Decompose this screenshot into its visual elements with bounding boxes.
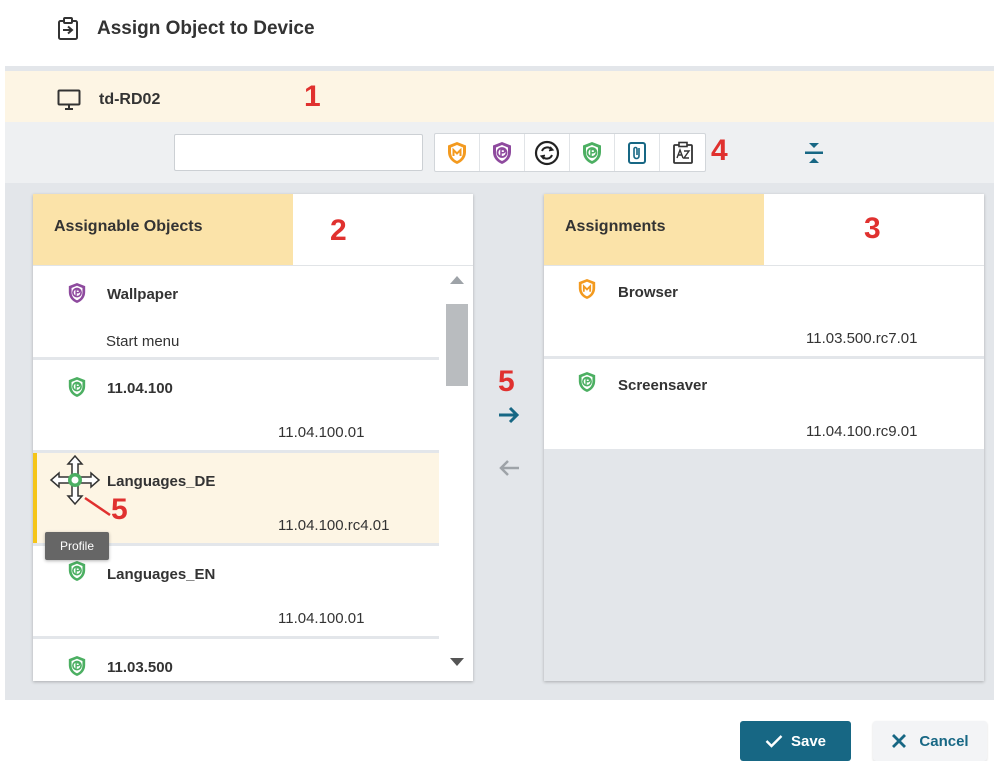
- device-name: td-RD02: [99, 91, 161, 108]
- assignments-panel: Assignments Browser 11.03.500.rc7.01 Scr…: [544, 194, 984, 681]
- annotation-5-drag: 5: [111, 493, 128, 526]
- save-button[interactable]: Save: [740, 721, 851, 761]
- item-version: 11.04.100.rc9.01: [806, 423, 918, 440]
- item-subtitle: Start menu: [106, 333, 180, 350]
- assignment-area: Assignable Objects Wallpaper Start menu: [5, 183, 994, 700]
- scroll-up-icon[interactable]: [450, 276, 464, 284]
- green-profile-shield-icon: [578, 372, 596, 392]
- assignable-objects-panel: Assignable Objects Wallpaper Start menu: [33, 194, 473, 681]
- green-profile-shield-icon: [68, 656, 86, 676]
- device-bar: td-RD02: [5, 66, 994, 122]
- purple-shield-icon: [493, 141, 511, 164]
- cancel-label: Cancel: [919, 732, 969, 750]
- annotation-3: 3: [864, 212, 881, 245]
- scroll-down-icon[interactable]: [450, 658, 464, 666]
- green-profile-shield-icon: [68, 561, 86, 581]
- unassign-arrow-icon[interactable]: [497, 458, 521, 478]
- item-name: 11.03.500: [107, 659, 173, 676]
- list-item-11-04-100[interactable]: 11.04.100 11.04.100.01: [33, 360, 439, 450]
- checkmark-icon: [765, 735, 783, 748]
- filter-attachment-button[interactable]: [615, 134, 660, 171]
- item-name: Screensaver: [618, 377, 708, 394]
- collapse-icon[interactable]: [802, 140, 826, 166]
- item-version: 11.04.100.rc4.01: [278, 517, 390, 534]
- filter-toolbar: [5, 122, 994, 183]
- annotation-2: 2: [330, 214, 347, 247]
- dialog-footer: Save Cancel: [0, 700, 994, 761]
- assign-arrow-icon[interactable]: [497, 405, 521, 425]
- sort-az-icon: [672, 141, 693, 164]
- orange-shield-icon: [448, 141, 466, 164]
- attachment-icon: [628, 141, 646, 164]
- assignment-item-screensaver[interactable]: Screensaver 11.04.100.rc9.01: [544, 359, 984, 449]
- scrollbar-thumb[interactable]: [446, 304, 468, 386]
- assignable-objects-title: Assignable Objects: [54, 218, 203, 235]
- annotation-1: 1: [304, 80, 321, 113]
- item-name: Languages_DE: [107, 473, 216, 490]
- save-label: Save: [790, 732, 827, 750]
- filter-browser-button[interactable]: [435, 134, 480, 171]
- item-name: Wallpaper: [107, 286, 179, 303]
- profile-tooltip: Profile: [45, 532, 109, 560]
- search-input[interactable]: [174, 134, 423, 171]
- sync-icon: [534, 140, 560, 165]
- filter-button-group: [434, 133, 706, 172]
- list-item-wallpaper[interactable]: Wallpaper Start menu: [33, 266, 439, 357]
- assignment-item-browser[interactable]: Browser 11.03.500.rc7.01: [544, 266, 984, 356]
- annotation-5-arrows: 5: [498, 365, 515, 398]
- item-name: 11.04.100: [107, 380, 173, 397]
- filter-sync-button[interactable]: [525, 134, 570, 171]
- monitor-icon: [57, 89, 81, 110]
- item-name: Browser: [618, 284, 679, 301]
- assign-object-icon: [58, 17, 78, 40]
- assignments-list: Browser 11.03.500.rc7.01 Screensaver 11.…: [544, 266, 984, 452]
- item-version: 11.03.500.rc7.01: [806, 330, 918, 347]
- green-profile-shield-icon: [583, 141, 601, 164]
- purple-shield-icon: [68, 283, 86, 303]
- item-name: Languages_EN: [107, 566, 216, 583]
- green-profile-shield-icon: [68, 377, 86, 397]
- assignable-objects-header: Assignable Objects: [33, 194, 473, 266]
- dialog-title: Assign Object to Device: [57, 14, 315, 44]
- list-item-11-03-500[interactable]: 11.03.500: [33, 639, 439, 681]
- filter-purple-profile-button[interactable]: [480, 134, 525, 171]
- list-scrollbar[interactable]: [439, 266, 473, 681]
- item-version: 11.04.100.01: [278, 424, 365, 441]
- annotation-4: 4: [711, 134, 728, 167]
- filter-sort-button[interactable]: [660, 134, 705, 171]
- assignments-header: Assignments: [544, 194, 984, 266]
- filter-profile-button[interactable]: [570, 134, 615, 171]
- assignments-title: Assignments: [565, 218, 666, 235]
- orange-shield-icon: [578, 279, 596, 299]
- dialog-title-text: Assign Object to Device: [97, 18, 315, 39]
- item-version: 11.04.100.01: [278, 610, 365, 627]
- close-icon: [892, 734, 907, 748]
- move-cursor-icon: [49, 454, 101, 506]
- cancel-button[interactable]: Cancel: [873, 721, 987, 761]
